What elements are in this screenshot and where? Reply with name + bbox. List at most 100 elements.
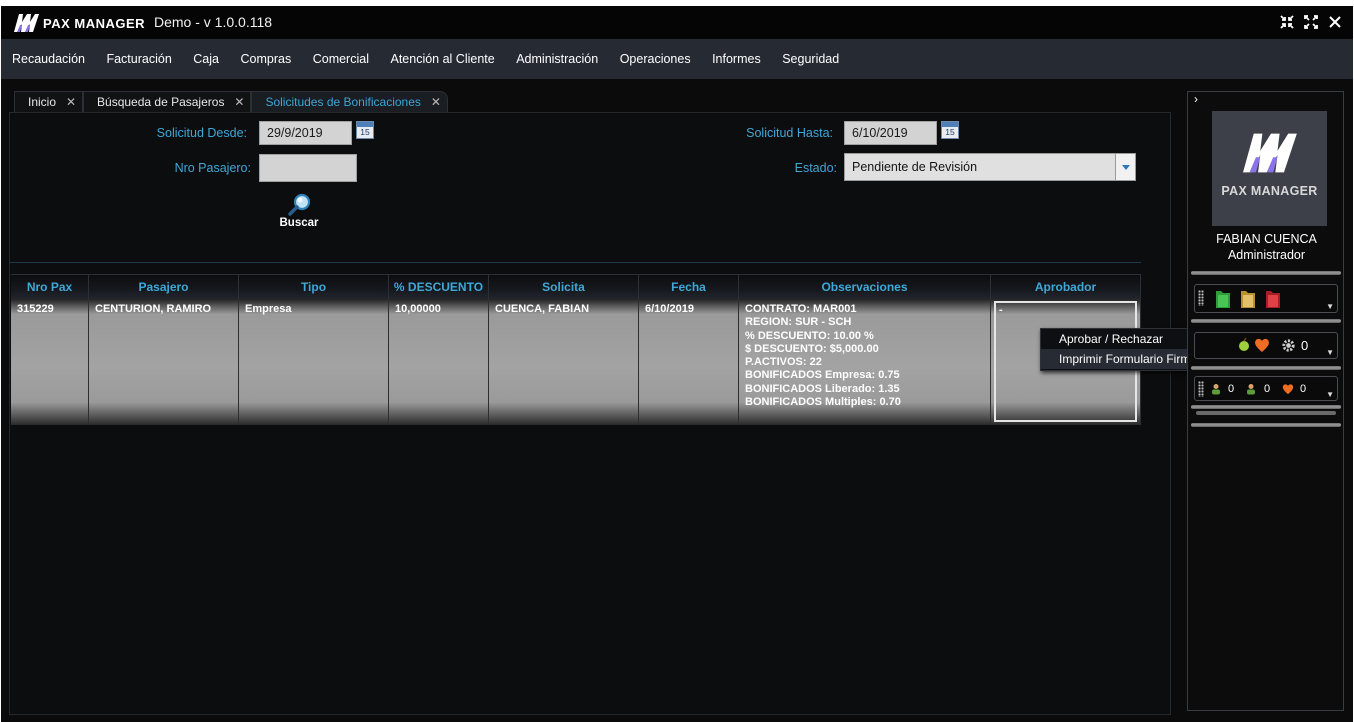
cell-pasajero: CENTURION, RAMIRO	[89, 299, 239, 425]
observacion-line: BONIFICADOS Empresa: 0.75	[745, 369, 900, 382]
column-header-observaciones[interactable]: Observaciones	[739, 274, 991, 299]
chevron-down-icon[interactable]: ▼	[1326, 348, 1334, 357]
menu-seguridad[interactable]: Seguridad	[782, 52, 839, 66]
observacion-line: REGION: SUR - SCH	[745, 316, 852, 329]
title-bar: PAX MANAGER Demo - v 1.0.0.118	[1, 6, 1353, 39]
panel-separator	[1191, 366, 1341, 370]
panel-slider[interactable]	[1196, 411, 1336, 415]
tab-busqueda-pasajeros[interactable]: Búsqueda de Pasajeros ✕	[83, 91, 252, 113]
heart-icon	[1255, 338, 1269, 352]
gear-icon[interactable]	[1281, 338, 1296, 353]
chevron-down-icon[interactable]: ▼	[1326, 390, 1334, 399]
column-header-aprobador[interactable]: Aprobador	[991, 274, 1141, 299]
app-title: Demo - v 1.0.0.118	[154, 14, 273, 30]
menu-caja[interactable]: Caja	[193, 52, 219, 66]
cell-tipo: Empresa	[239, 299, 389, 425]
grip-icon[interactable]	[1198, 290, 1204, 306]
menu-bar: Recaudación Facturación Caja Compras Com…	[1, 39, 1353, 79]
right-panel: › PAX MANAGER FABIAN CUENCA Administrado…	[1187, 91, 1344, 711]
form-divider	[9, 262, 1141, 263]
person-icon	[1247, 384, 1255, 395]
chevron-down-icon[interactable]	[1115, 154, 1135, 180]
chevron-down-icon[interactable]: ▼	[1326, 302, 1334, 311]
logo-text: PAX MANAGER	[1221, 184, 1318, 198]
column-header-tipo[interactable]: Tipo	[239, 274, 389, 299]
menu-compras[interactable]: Compras	[241, 52, 292, 66]
app-window: PAX MANAGER Demo - v 1.0.0.118 Recaudaci…	[1, 6, 1353, 722]
calendar-icon[interactable]: 15	[941, 121, 959, 139]
observacion-line: $ DESCUENTO: $5,000.00	[745, 342, 879, 355]
menu-atencion-cliente[interactable]: Atención al Cliente	[390, 52, 494, 66]
heart-icon	[1282, 384, 1294, 395]
status-widget[interactable]: 0 ▼	[1194, 332, 1338, 359]
app-logo: PAX MANAGER	[14, 13, 145, 33]
passenger-counts-widget[interactable]: 0 0 0 ▼	[1194, 376, 1338, 401]
cell-solicita: CUENCA, FABIAN	[489, 299, 639, 425]
tab-solicitudes-bonificaciones[interactable]: Solicitudes de Bonificaciones ✕	[251, 91, 448, 113]
menu-administracion[interactable]: Administración	[516, 52, 598, 66]
solicitud-hasta-label: Solicitud Hasta:	[746, 126, 833, 140]
close-icon[interactable]	[1327, 14, 1343, 30]
count-value: 0	[1264, 383, 1271, 395]
person-icon	[1212, 384, 1220, 395]
observacion-line: BONIFICADOS Multiples: 0.70	[745, 396, 901, 409]
estado-label: Estado:	[794, 161, 837, 175]
tab-close-icon[interactable]: ✕	[431, 92, 441, 113]
pax-logo-icon	[1243, 133, 1297, 173]
user-role: Administrador	[1227, 248, 1306, 262]
column-header-solicita[interactable]: Solicita	[489, 274, 639, 299]
observacion-line: BONIFICADOS Liberado: 1.35	[745, 382, 900, 395]
grip-icon[interactable]	[1198, 381, 1204, 397]
chevron-right-icon[interactable]: ›	[1194, 92, 1198, 106]
grid-header: Nro Pax Pasajero Tipo % DESCUENTO Solici…	[11, 274, 1141, 299]
nro-pasajero-input[interactable]	[259, 154, 357, 182]
magnifier-icon	[288, 193, 311, 216]
nro-pasajero-label: Nro Pasajero:	[174, 161, 251, 175]
solicitud-desde-input[interactable]: 29/9/2019	[259, 121, 352, 145]
menu-operaciones[interactable]: Operaciones	[620, 52, 691, 66]
column-header-nro-pax[interactable]: Nro Pax	[11, 274, 89, 299]
panel-separator	[1191, 423, 1341, 427]
green-folder-icon[interactable]	[1215, 289, 1231, 309]
folders-widget[interactable]: ▼	[1194, 284, 1338, 313]
fruit-icon	[1239, 337, 1249, 351]
window-controls	[1279, 14, 1343, 30]
compress-icon[interactable]	[1279, 14, 1295, 30]
column-header-descuento[interactable]: % DESCUENTO	[389, 274, 489, 299]
tab-label: Inicio	[28, 95, 57, 109]
estado-selected-value: Pendiente de Revisión	[852, 160, 978, 174]
bonificaciones-grid: Nro Pax Pasajero Tipo % DESCUENTO Solici…	[11, 274, 1141, 425]
menu-informes[interactable]: Informes	[712, 52, 761, 66]
yellow-folder-icon[interactable]	[1240, 289, 1256, 309]
panel-separator	[1191, 405, 1341, 409]
logo-text: PAX MANAGER	[43, 15, 146, 31]
menu-comercial[interactable]: Comercial	[313, 52, 369, 66]
expand-icon[interactable]	[1303, 14, 1319, 30]
red-folder-icon[interactable]	[1265, 289, 1281, 309]
tab-close-icon[interactable]: ✕	[234, 92, 244, 113]
table-row[interactable]: 315229 CENTURION, RAMIRO Empresa 10,0000…	[11, 299, 1141, 425]
count-value: 0	[1300, 383, 1307, 395]
user-info: FABIAN CUENCA Administrador	[1188, 231, 1345, 263]
pax-logo-icon	[14, 14, 39, 32]
user-name: FABIAN CUENCA	[1216, 232, 1317, 246]
count-value: 0	[1228, 383, 1235, 395]
tab-strip: Inicio ✕ Búsqueda de Pasajeros ✕ Solicit…	[14, 91, 448, 113]
solicitud-hasta-input[interactable]: 6/10/2019	[844, 121, 937, 145]
estado-select[interactable]: Pendiente de Revisión	[844, 153, 1136, 181]
cell-observaciones: CONTRATO: MAR001 REGION: SUR - SCH % DES…	[739, 299, 991, 425]
tab-inicio[interactable]: Inicio ✕	[14, 91, 84, 113]
tab-close-icon[interactable]: ✕	[66, 92, 76, 113]
cell-nro-pax: 315229	[11, 299, 89, 425]
menu-facturacion[interactable]: Facturación	[106, 52, 171, 66]
tab-label: Búsqueda de Pasajeros	[97, 95, 225, 109]
calendar-icon[interactable]: 15	[356, 121, 374, 139]
column-header-fecha[interactable]: Fecha	[639, 274, 739, 299]
menu-recaudacion[interactable]: Recaudación	[12, 52, 85, 66]
cell-descuento: 10,00000	[389, 299, 489, 425]
column-header-pasajero[interactable]: Pasajero	[89, 274, 239, 299]
panel-separator	[1191, 271, 1341, 275]
buscar-button[interactable]: Buscar	[275, 193, 323, 233]
solicitud-desde-label: Solicitud Desde:	[156, 126, 247, 140]
cell-fecha: 6/10/2019	[639, 299, 739, 425]
